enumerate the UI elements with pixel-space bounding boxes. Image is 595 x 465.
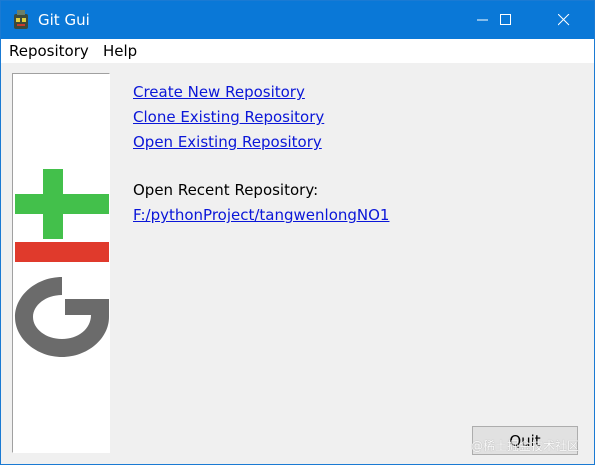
clone-existing-repository-link[interactable]: Clone Existing Repository bbox=[133, 108, 324, 126]
window-title: Git Gui bbox=[38, 11, 90, 29]
create-new-repository-link[interactable]: Create New Repository bbox=[133, 83, 305, 101]
open-recent-label: Open Recent Repository: bbox=[133, 181, 319, 199]
git-gui-window: Git Gui Repository Help Create New Repos… bbox=[0, 0, 595, 465]
close-button[interactable] bbox=[541, 1, 587, 39]
close-icon bbox=[558, 14, 570, 26]
git-logo bbox=[15, 169, 109, 357]
open-existing-repository-link[interactable]: Open Existing Repository bbox=[133, 133, 322, 151]
maximize-icon bbox=[500, 14, 511, 25]
menu-help[interactable]: Help bbox=[103, 42, 137, 60]
git-gui-app-icon bbox=[14, 10, 28, 29]
menu-bar: Repository Help bbox=[1, 39, 594, 63]
watermark-text: @稀土掘金技术社区 bbox=[471, 439, 580, 453]
recent-repository-link[interactable]: F:/pythonProject/tangwenlongNO1 bbox=[133, 206, 389, 224]
maximize-button[interactable] bbox=[483, 1, 529, 39]
git-logo-panel bbox=[12, 73, 110, 453]
title-bar[interactable]: Git Gui bbox=[1, 1, 594, 39]
menu-repository[interactable]: Repository bbox=[9, 42, 89, 60]
